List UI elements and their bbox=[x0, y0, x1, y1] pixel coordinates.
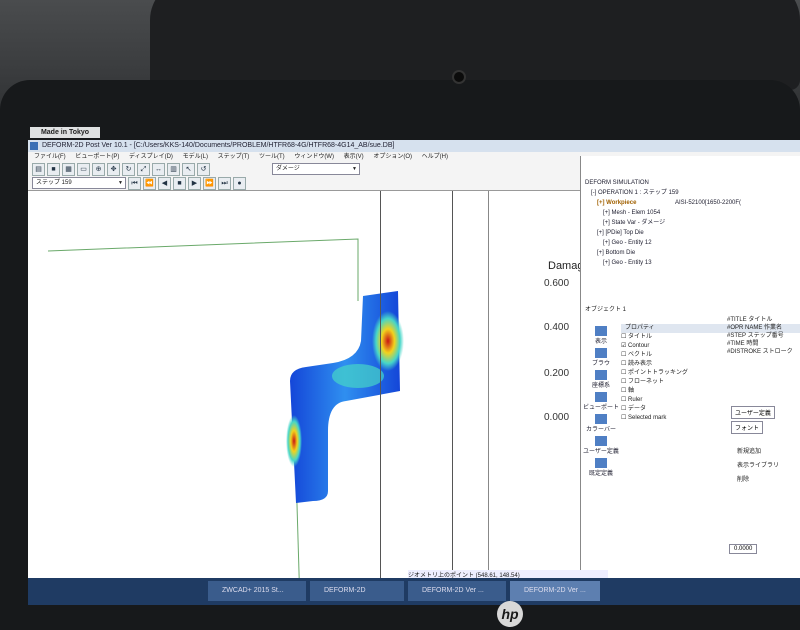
open-icon[interactable]: ▤ bbox=[32, 162, 45, 176]
legend-tick-3: 0.200 bbox=[544, 368, 570, 379]
fast-forward-icon[interactable]: ⏩ bbox=[203, 176, 216, 190]
side-btn-viewport[interactable]: ビューポート bbox=[583, 392, 619, 414]
menu-bar: ファイル(F) ビューポート(P) ディスプレイ(D) モデル(L) ステップ(… bbox=[28, 152, 594, 162]
viewport-divider-1 bbox=[380, 191, 381, 605]
measure-icon[interactable]: ↔ bbox=[152, 162, 165, 176]
fit-icon[interactable]: ⤢ bbox=[137, 162, 150, 176]
window-title: DEFORM-2D Post Ver 10.1 - [C:/Users/KKS-… bbox=[42, 142, 395, 149]
side-btn-colorbar[interactable]: カラーバー bbox=[583, 414, 619, 436]
prop-item-axis[interactable]: ☐ 軸 bbox=[621, 387, 800, 396]
select-icon[interactable]: ↖ bbox=[182, 162, 195, 176]
prop-item-flownet[interactable]: ☐ フローネット bbox=[621, 378, 800, 387]
webcam-icon bbox=[452, 70, 466, 84]
task-deform-1[interactable]: DEFORM-2D bbox=[310, 581, 404, 601]
tree-root[interactable]: DEFORM SIMULATION bbox=[585, 178, 741, 188]
delete-button[interactable]: 削除 bbox=[737, 474, 749, 483]
app-icon bbox=[30, 142, 38, 150]
refresh-icon[interactable]: ↺ bbox=[197, 162, 210, 176]
side-btn-browse[interactable]: ブラウ bbox=[583, 348, 619, 370]
menu-viewport[interactable]: ビューポート(P) bbox=[75, 154, 119, 160]
viewport-divider-3 bbox=[488, 191, 489, 605]
made-in-sticker: Made in Tokyo bbox=[30, 127, 100, 138]
print-icon[interactable]: ▦ bbox=[62, 162, 75, 176]
graphics-viewport[interactable] bbox=[28, 190, 580, 605]
tree-state-var[interactable]: [+] State Var - ダメージ bbox=[585, 218, 741, 228]
font-button[interactable]: フォント bbox=[731, 421, 764, 434]
tree-bottom-geo[interactable]: [+] Geo - Entity 13 bbox=[585, 258, 741, 268]
move-icon[interactable]: ✥ bbox=[107, 162, 120, 176]
save-icon[interactable]: ■ bbox=[47, 162, 60, 176]
side-btn-default[interactable]: 既定定義 bbox=[583, 458, 619, 480]
last-step-icon[interactable]: ⏭ bbox=[218, 176, 231, 190]
prev-step-icon[interactable]: ◀ bbox=[158, 176, 171, 190]
tree-operation[interactable]: [-] OPERATION 1 : ステップ 159 bbox=[585, 188, 741, 198]
simulation-canvas[interactable] bbox=[28, 191, 580, 605]
menu-view[interactable]: 表示(V) bbox=[344, 154, 364, 160]
window-titlebar: DEFORM-2D Post Ver 10.1 - [C:/Users/KKS-… bbox=[28, 140, 800, 152]
title-variables: #TITLE タイトル #OPR NAME 作業名 #STEP ステップ番号 #… bbox=[727, 317, 793, 355]
task-deform-3[interactable]: DEFORM-2D Ver ... bbox=[510, 581, 600, 601]
menu-file[interactable]: ファイル(F) bbox=[34, 154, 66, 160]
property-list: プロパティ ☐ タイトル ☑ Contour ☐ ベクトル ☐ 読み表示 ☐ ポ… bbox=[621, 324, 800, 554]
task-zwcad[interactable]: ZWCAD+ 2015 St... bbox=[208, 581, 306, 601]
step-toolbar: ステップ 159 ⏮ ⏪ ◀ ■ ▶ ⏩ ⏭ ● bbox=[32, 176, 592, 190]
tree-top-die[interactable]: [+] [PDie] Top Die bbox=[585, 228, 741, 238]
background-monitor bbox=[150, 0, 800, 90]
side-btn-user[interactable]: ユーザー定義 bbox=[583, 436, 619, 458]
menu-model[interactable]: モデル(L) bbox=[183, 154, 208, 160]
laptop-screen: DEFORM-2D Post Ver 10.1 - [C:/Users/KKS-… bbox=[28, 140, 800, 605]
viewport-divider-2 bbox=[452, 191, 453, 605]
hp-logo: hp bbox=[497, 601, 523, 627]
damage-region-mid bbox=[332, 364, 384, 388]
tree-mesh[interactable]: [+] Mesh - Elem 1054 bbox=[585, 208, 741, 218]
next-step-icon[interactable]: ▶ bbox=[188, 176, 201, 190]
prop-item-readout[interactable]: ☐ 読み表示 bbox=[621, 360, 800, 369]
stop-icon[interactable]: ■ bbox=[173, 176, 186, 190]
object-label[interactable]: オブジェクト 1 bbox=[585, 304, 626, 313]
menu-options[interactable]: オプション(O) bbox=[373, 154, 412, 160]
step-select[interactable]: ステップ 159 bbox=[32, 177, 126, 189]
side-btn-coords[interactable]: 座標系 bbox=[583, 370, 619, 392]
window-icon[interactable]: ▭ bbox=[77, 162, 90, 176]
zoom-icon[interactable]: ⊕ bbox=[92, 162, 105, 176]
display-library-button[interactable]: 表示ライブラリ bbox=[737, 460, 779, 469]
damage-hotspot-upper bbox=[372, 311, 404, 371]
top-die-outline bbox=[47, 238, 359, 301]
windows-taskbar: ZWCAD+ 2015 St... DEFORM-2D DEFORM-2D Ve… bbox=[28, 578, 800, 605]
tree-top-geo[interactable]: [+] Geo - Entity 12 bbox=[585, 238, 741, 248]
model-tree: DEFORM SIMULATION [-] OPERATION 1 : ステップ… bbox=[585, 178, 741, 268]
tree-bottom-die[interactable]: [+] Bottom Die bbox=[585, 248, 741, 258]
legend-tick-min: 0.000 bbox=[544, 412, 570, 423]
menu-help[interactable]: ヘルプ(H) bbox=[422, 154, 448, 160]
prop-item-point-tracking[interactable]: ☐ ポイントトラッキング bbox=[621, 369, 800, 378]
record-icon[interactable]: ● bbox=[233, 176, 246, 190]
property-side-buttons: 表示 ブラウ 座標系 ビューポート カラーバー ユーザー定義 既定定義 bbox=[583, 326, 619, 480]
display-variable-select[interactable]: ダメージ bbox=[272, 163, 360, 175]
damage-hotspot-lower bbox=[286, 415, 302, 467]
user-defined-field[interactable]: ユーザー定義 bbox=[731, 406, 775, 419]
right-panel: DEFORM SIMULATION [-] OPERATION 1 : ステップ… bbox=[580, 156, 800, 605]
menu-display[interactable]: ディスプレイ(D) bbox=[129, 154, 173, 160]
menu-window[interactable]: ウィンドウ(W) bbox=[294, 154, 334, 160]
side-btn-display[interactable]: 表示 bbox=[583, 326, 619, 348]
rewind-icon[interactable]: ⏪ bbox=[143, 176, 156, 190]
task-deform-2[interactable]: DEFORM-2D Ver ... bbox=[408, 581, 506, 601]
add-new-button[interactable]: 新規追加 bbox=[737, 446, 761, 455]
rotate-icon[interactable]: ↻ bbox=[122, 162, 135, 176]
value-field[interactable]: 0.0000 bbox=[729, 544, 758, 554]
grid-icon[interactable]: ▥ bbox=[167, 162, 180, 176]
menu-tools[interactable]: ツール(T) bbox=[259, 154, 285, 160]
first-step-icon[interactable]: ⏮ bbox=[128, 176, 141, 190]
prop-item-ruler[interactable]: ☐ Ruler bbox=[621, 396, 800, 405]
menu-step[interactable]: ステップ(T) bbox=[218, 154, 250, 160]
legend-tick-2: 0.400 bbox=[544, 322, 570, 333]
main-toolbar: ▤ ■ ▦ ▭ ⊕ ✥ ↻ ⤢ ↔ ▥ ↖ ↺ ダメージ bbox=[32, 162, 592, 176]
legend-tick-max: 0.600 bbox=[544, 278, 570, 289]
